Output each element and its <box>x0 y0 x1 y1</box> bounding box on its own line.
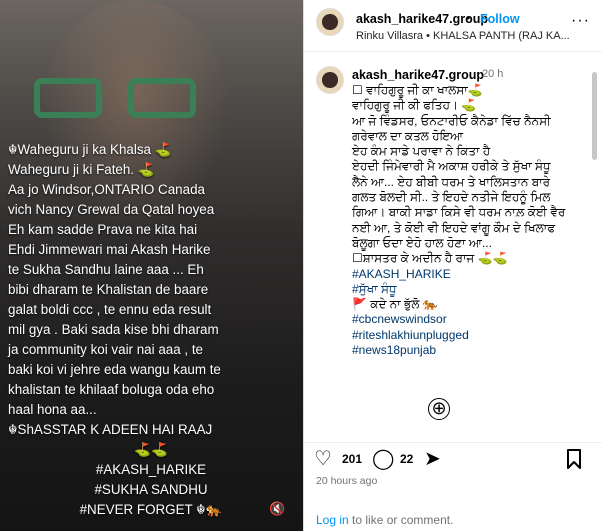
caption-line: ਵਾਹਿਗੁਰੂ ਜੀ ਕੀ ਫਤਿਹ। ⛳ <box>352 98 477 113</box>
like-count[interactable]: 201 <box>342 452 362 466</box>
share-icon[interactable]: ➤ <box>424 449 441 469</box>
caption-username[interactable]: akash_harike47.group <box>352 68 484 82</box>
overlay-line: galat boldi ccc , te ennu eda result <box>8 302 212 317</box>
overlay-line: Waheguru ji ki Fateh. ⛳ <box>8 162 155 177</box>
reel-video[interactable]: ☬Waheguru ji ka Khalsa ⛳ Waheguru ji ki … <box>0 0 303 531</box>
login-link[interactable]: Log in <box>316 513 349 527</box>
caption-line: ਏਹ ਕੰਮ ਸਾਡੇ ਪਰਾਵਾ ਨੇ ਕਿਤਾ ਹੈ <box>352 144 491 159</box>
caption-line: ਬੋਲੂਗਾ ਓਦਾ ਏਹੋ ਹਾਲ ਹੋਣਾ ਆ... <box>352 235 492 250</box>
overlay-line: Ehdi Jimmewari mai Akash Harike <box>8 242 211 257</box>
heart-icon[interactable]: ♡ <box>314 449 332 469</box>
follow-button[interactable]: Follow <box>480 12 520 26</box>
overlay-hashtag: #AKASH_HARIKE <box>95 462 207 477</box>
hashtag-link[interactable]: #cbcnewswindsor <box>352 312 588 327</box>
overlay-line: Aa jo Windsor,ONTARIO Canada <box>8 182 205 197</box>
caption-scrollbar[interactable] <box>592 72 597 160</box>
avatar[interactable] <box>316 8 344 36</box>
post-actions: ♡ 201 ◯ 22 ➤ 20 hours ago Log in to like… <box>304 442 602 531</box>
overlay-line: bibi dharam te Khalistan de baare <box>8 282 209 297</box>
hashtag-link[interactable]: #ਸੁੱਖਾ ਸੰਧੂ <box>352 282 588 297</box>
caption-line: ਲੈਨੇ ਆ... ਏਹ ਬੀਬੀ ਧਰਮ ਤੇ ਖਾਲਿਸਤਾਨ ਬਾਰੇ <box>352 174 551 189</box>
bookmark-icon[interactable] <box>566 449 582 473</box>
overlay-line: vich Nancy Grewal da Qatal hoyea <box>8 202 215 217</box>
mute-icon[interactable]: 🔇 <box>269 501 285 517</box>
bookmark-shape <box>567 449 581 469</box>
caption-line: ਗਲਤ ਬੋਲਦੀ ਸੀ.. ਤੇ ਇਹਦੇ ਨਤੀਜੇ ਇਹਨੂੰ ਮਿਲ <box>352 190 551 205</box>
load-more-comments-icon[interactable]: ⊕ <box>428 398 450 420</box>
caption-area: akash_harike47.group 20 h ☐ ਵਾਹਿਗੁਰੂ ਜੀ … <box>304 52 602 442</box>
post-panel: akash_harike47.group • Follow Rinku Vill… <box>304 0 602 531</box>
overlay-line: ☬Waheguru ji ka Khalsa ⛳ <box>8 142 172 157</box>
login-text: to like or comment. <box>348 513 454 527</box>
video-overlay-text: ☬Waheguru ji ka Khalsa ⛳ Waheguru ji ki … <box>8 140 294 520</box>
hashtag-link[interactable]: #riteshlakhiunplugged <box>352 328 588 343</box>
overlay-line: ⛳⛳ <box>134 442 168 457</box>
more-options-icon[interactable]: ··· <box>571 12 590 30</box>
overlay-line: ☬ShASSTAR K ADEEN HAI RAAJ <box>8 422 213 437</box>
overlay-line: mil gya . Baki sada kise bhi dharam <box>8 322 219 337</box>
caption-time: 20 h <box>482 68 504 80</box>
overlay-hashtag: #NEVER FORGET ☬🐅 <box>79 502 223 517</box>
caption-line: ਗਿਆ। ਬਾਕੀ ਸਾਡਾ ਕਿਸੇ ਵੀ ਧਰਮ ਨਾਲ਼ ਕੋਈ ਵੈਰ <box>352 205 566 220</box>
caption-line: ਆ ਜੋ ਵਿੰਡਸਰ, ਓਨਟਾਰੀਓ ਕੈਨੇਡਾ ਵਿੱਚ ਨੈਨਸੀ <box>352 113 551 128</box>
audio-subtitle[interactable]: Rinku Villasra • KHALSA PANTH (RAJ KA... <box>356 30 570 42</box>
caption-line: ਨਈ ਆ, ਤੇ ਕੋਈ ਵੀ ਇਹਦੇ ਵਾਂਗੂ ਕੌਮ ਦੇ ਖਿਲਾਫ <box>352 220 556 235</box>
glasses-left-lens <box>34 78 102 118</box>
overlay-line: ja community koi vair nai aaa , te <box>8 342 203 357</box>
separator-dot: • <box>466 11 471 25</box>
comment-icon[interactable]: ◯ <box>372 449 394 469</box>
overlay-line: khalistan te khilaaf boluga oda eho <box>8 382 215 397</box>
overlay-line: haal hona aa... <box>8 402 97 417</box>
caption-line: ਏਹਦੀ ਜਿੰਮੇਵਾਰੀ ਮੈ ਅਕਾਸ਼ ਹਰੀਕੇ ਤੇ ਸੁੱਖਾ ਸ… <box>352 159 551 174</box>
caption-avatar[interactable] <box>316 66 344 94</box>
overlay-line: Eh kam sadde Prava ne kita hai <box>8 222 198 237</box>
post-timestamp: 20 hours ago <box>316 475 378 487</box>
caption-text: ☐ ਵਾਹਿਗੁਰੂ ਜੀ ਕਾ ਖਾਲਸਾ⛳ ਵਾਹਿਗੁਰੂ ਜੀ ਕੀ ਫ… <box>352 83 588 358</box>
login-prompt: Log in to like or comment. <box>316 513 453 527</box>
overlay-line: baki koi vi jehre eda wangu kaum te <box>8 362 221 377</box>
overlay-line: te Sukha Sandhu laine aaa ... Eh <box>8 262 204 277</box>
caption-line: ☐ਸ਼ਾਸਤਰ ਕੇ ਅਦੀਨ ਹੈ ਰਾਜ ⛳⛳ <box>352 251 508 266</box>
glasses-right-lens <box>128 78 196 118</box>
hashtag-link[interactable]: #news18punjab <box>352 343 588 358</box>
caption-line: ਗਰੇਵਾਲ ਦਾ ਕਤਲ ਹੋਇਆ <box>352 128 464 143</box>
caption-line: ☐ ਵਾਹਿਗੁਰੂ ਜੀ ਕਾ ਖਾਲਸਾ⛳ <box>352 83 483 97</box>
caption-line: 🚩 ਕਦੇ ਨਾ ਭੁੱਲੋ 🐅 <box>352 297 438 312</box>
overlay-hashtag: #SUKHA SANDHU <box>94 482 208 497</box>
post-header: akash_harike47.group • Follow Rinku Vill… <box>304 0 602 52</box>
comment-count[interactable]: 22 <box>400 452 413 466</box>
hashtag-link[interactable]: #AKASH_HARIKE <box>352 267 588 282</box>
